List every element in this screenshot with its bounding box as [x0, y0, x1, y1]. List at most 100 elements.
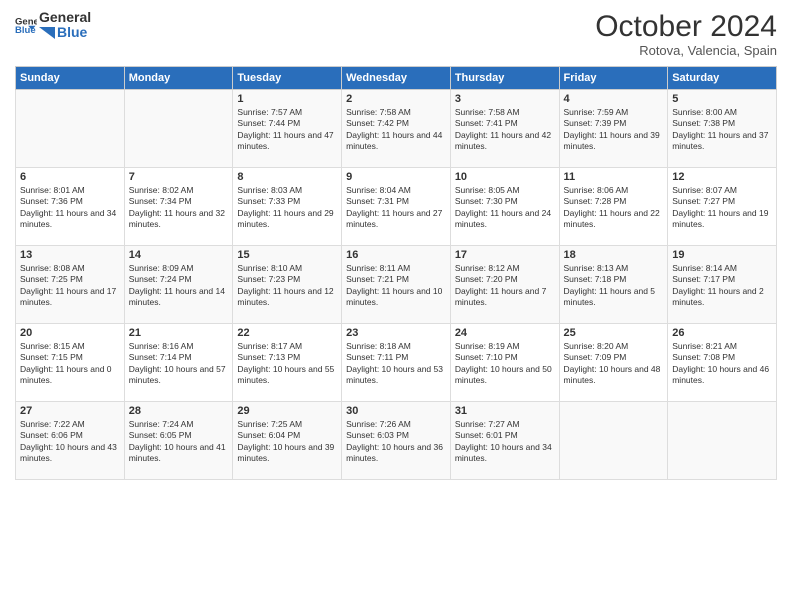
day-number: 4: [564, 93, 664, 105]
logo-blue: Blue: [57, 25, 87, 40]
day-info: Sunrise: 8:01 AM Sunset: 7:36 PM Dayligh…: [20, 185, 120, 231]
day-cell: [124, 90, 233, 168]
day-info: Sunrise: 8:18 AM Sunset: 7:11 PM Dayligh…: [346, 341, 446, 387]
calendar-table: Sunday Monday Tuesday Wednesday Thursday…: [15, 66, 777, 480]
day-info: Sunrise: 8:07 AM Sunset: 7:27 PM Dayligh…: [672, 185, 772, 231]
day-cell: 11Sunrise: 8:06 AM Sunset: 7:28 PM Dayli…: [559, 168, 668, 246]
day-cell: 20Sunrise: 8:15 AM Sunset: 7:15 PM Dayli…: [16, 324, 125, 402]
day-cell: 5Sunrise: 8:00 AM Sunset: 7:38 PM Daylig…: [668, 90, 777, 168]
day-number: 1: [237, 93, 337, 105]
day-info: Sunrise: 8:14 AM Sunset: 7:17 PM Dayligh…: [672, 263, 772, 309]
day-cell: 24Sunrise: 8:19 AM Sunset: 7:10 PM Dayli…: [450, 324, 559, 402]
day-info: Sunrise: 8:16 AM Sunset: 7:14 PM Dayligh…: [129, 341, 229, 387]
day-info: Sunrise: 7:58 AM Sunset: 7:41 PM Dayligh…: [455, 107, 555, 153]
col-thursday: Thursday: [450, 67, 559, 90]
day-cell: 29 Sunrise: 7:25 AM Sunset: 6:04 PM Dayli…: [233, 402, 342, 480]
day-number: 24: [455, 327, 555, 339]
col-saturday: Saturday: [668, 67, 777, 90]
day-number: 21: [129, 327, 229, 339]
day-cell: 10Sunrise: 8:05 AM Sunset: 7:30 PM Dayli…: [450, 168, 559, 246]
day-info: Sunrise: 8:12 AM Sunset: 7:20 PM Dayligh…: [455, 263, 555, 309]
day-cell: 19 Sunrise: 8:14 AM Sunset: 7:17 PM Dayli…: [668, 246, 777, 324]
day-number: 6: [20, 171, 120, 183]
day-info: Sunrise: 8:21 AM Sunset: 7:08 PM Dayligh…: [672, 341, 772, 387]
day-info: Sunrise: 8:09 AM Sunset: 7:24 PM Dayligh…: [129, 263, 229, 309]
day-info: Sunrise: 8:13 AM Sunset: 7:18 PM Dayligh…: [564, 263, 664, 309]
day-cell: 17 Sunrise: 8:12 AM Sunset: 7:20 PM Dayli…: [450, 246, 559, 324]
day-info: Sunrise: 7:26 AM Sunset: 6:03 PM Dayligh…: [346, 419, 446, 465]
day-cell: 14 Sunrise: 8:09 AM Sunset: 7:24 PM Dayli…: [124, 246, 233, 324]
col-monday: Monday: [124, 67, 233, 90]
day-number: 7: [129, 171, 229, 183]
day-cell: 23 Sunrise: 8:18 AM Sunset: 7:11 PM Dayli…: [342, 324, 451, 402]
day-info: Sunrise: 7:25 AM Sunset: 6:04 PM Dayligh…: [237, 419, 337, 465]
logo-arrow-icon: [39, 27, 55, 39]
header-row: Sunday Monday Tuesday Wednesday Thursday…: [16, 67, 777, 90]
day-cell: 8 Sunrise: 8:03 AM Sunset: 7:33 PM Daylig…: [233, 168, 342, 246]
day-cell: 2 Sunrise: 7:58 AM Sunset: 7:42 PM Daylig…: [342, 90, 451, 168]
day-info: Sunrise: 8:08 AM Sunset: 7:25 PM Dayligh…: [20, 263, 120, 309]
day-number: 16: [346, 249, 446, 261]
day-cell: [559, 402, 668, 480]
week-row-5: 27Sunrise: 7:22 AM Sunset: 6:06 PM Dayli…: [16, 402, 777, 480]
day-number: 19: [672, 249, 772, 261]
logo-icon: General Blue: [15, 14, 37, 36]
day-cell: 25 Sunrise: 8:20 AM Sunset: 7:09 PM Dayli…: [559, 324, 668, 402]
day-cell: 1 Sunrise: 7:57 AM Sunset: 7:44 PM Daylig…: [233, 90, 342, 168]
day-info: Sunrise: 8:15 AM Sunset: 7:15 PM Dayligh…: [20, 341, 120, 387]
day-info: Sunrise: 8:20 AM Sunset: 7:09 PM Dayligh…: [564, 341, 664, 387]
day-cell: [16, 90, 125, 168]
day-info: Sunrise: 8:17 AM Sunset: 7:13 PM Dayligh…: [237, 341, 337, 387]
header: General Blue General Blue October 2024 R…: [15, 10, 777, 58]
day-cell: 16Sunrise: 8:11 AM Sunset: 7:21 PM Dayli…: [342, 246, 451, 324]
day-info: Sunrise: 7:27 AM Sunset: 6:01 PM Dayligh…: [455, 419, 555, 465]
svg-text:Blue: Blue: [15, 25, 36, 36]
week-row-3: 13 Sunrise: 8:08 AM Sunset: 7:25 PM Dayli…: [16, 246, 777, 324]
day-info: Sunrise: 7:57 AM Sunset: 7:44 PM Dayligh…: [237, 107, 337, 153]
day-number: 12: [672, 171, 772, 183]
col-tuesday: Tuesday: [233, 67, 342, 90]
col-sunday: Sunday: [16, 67, 125, 90]
month-title: October 2024: [595, 10, 777, 43]
logo-general: General: [39, 10, 91, 25]
day-info: Sunrise: 7:22 AM Sunset: 6:06 PM Dayligh…: [20, 419, 120, 465]
day-cell: 3 Sunrise: 7:58 AM Sunset: 7:41 PM Daylig…: [450, 90, 559, 168]
day-info: Sunrise: 8:00 AM Sunset: 7:38 PM Dayligh…: [672, 107, 772, 153]
day-number: 13: [20, 249, 120, 261]
day-cell: 7Sunrise: 8:02 AM Sunset: 7:34 PM Daylig…: [124, 168, 233, 246]
logo: General Blue General Blue: [15, 10, 91, 41]
col-wednesday: Wednesday: [342, 67, 451, 90]
day-number: 8: [237, 171, 337, 183]
day-info: Sunrise: 8:05 AM Sunset: 7:30 PM Dayligh…: [455, 185, 555, 231]
day-info: Sunrise: 7:58 AM Sunset: 7:42 PM Dayligh…: [346, 107, 446, 153]
day-info: Sunrise: 8:03 AM Sunset: 7:33 PM Dayligh…: [237, 185, 337, 231]
day-number: 22: [237, 327, 337, 339]
day-cell: 27Sunrise: 7:22 AM Sunset: 6:06 PM Dayli…: [16, 402, 125, 480]
day-cell: 26 Sunrise: 8:21 AM Sunset: 7:08 PM Dayli…: [668, 324, 777, 402]
week-row-2: 6 Sunrise: 8:01 AM Sunset: 7:36 PM Daylig…: [16, 168, 777, 246]
title-block: October 2024 Rotova, Valencia, Spain: [595, 10, 777, 58]
day-cell: [668, 402, 777, 480]
day-number: 29: [237, 405, 337, 417]
day-cell: 6 Sunrise: 8:01 AM Sunset: 7:36 PM Daylig…: [16, 168, 125, 246]
week-row-4: 20Sunrise: 8:15 AM Sunset: 7:15 PM Dayli…: [16, 324, 777, 402]
day-number: 2: [346, 93, 446, 105]
day-info: Sunrise: 8:06 AM Sunset: 7:28 PM Dayligh…: [564, 185, 664, 231]
day-number: 3: [455, 93, 555, 105]
col-friday: Friday: [559, 67, 668, 90]
day-cell: 31Sunrise: 7:27 AM Sunset: 6:01 PM Dayli…: [450, 402, 559, 480]
day-cell: 30 Sunrise: 7:26 AM Sunset: 6:03 PM Dayli…: [342, 402, 451, 480]
week-row-1: 1 Sunrise: 7:57 AM Sunset: 7:44 PM Daylig…: [16, 90, 777, 168]
day-number: 26: [672, 327, 772, 339]
day-number: 30: [346, 405, 446, 417]
day-cell: 12 Sunrise: 8:07 AM Sunset: 7:27 PM Dayli…: [668, 168, 777, 246]
day-number: 18: [564, 249, 664, 261]
day-cell: 28Sunrise: 7:24 AM Sunset: 6:05 PM Dayli…: [124, 402, 233, 480]
day-cell: 15Sunrise: 8:10 AM Sunset: 7:23 PM Dayli…: [233, 246, 342, 324]
day-number: 17: [455, 249, 555, 261]
day-number: 23: [346, 327, 446, 339]
day-number: 25: [564, 327, 664, 339]
calendar-body: 1 Sunrise: 7:57 AM Sunset: 7:44 PM Daylig…: [16, 90, 777, 480]
day-number: 14: [129, 249, 229, 261]
location-subtitle: Rotova, Valencia, Spain: [595, 43, 777, 58]
